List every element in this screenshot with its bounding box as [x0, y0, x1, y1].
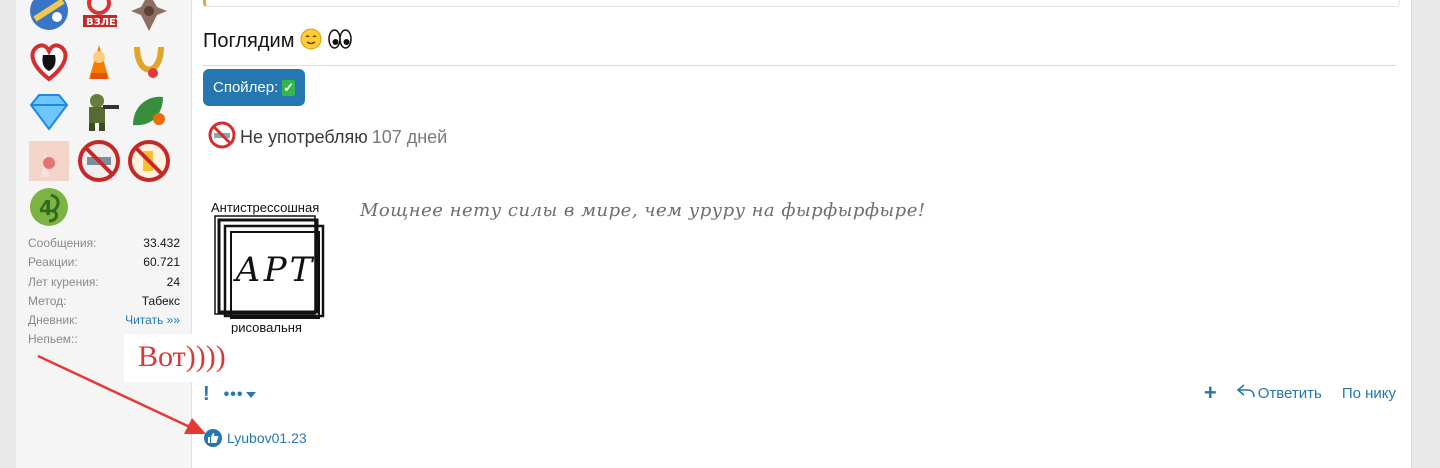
takeoff-trophy-icon[interactable]: ВЗЛЕТ — [76, 0, 122, 34]
reply-arrow-icon — [1236, 384, 1255, 402]
caret-down-icon — [246, 386, 257, 404]
abstinence-counter: Не употребляю 107 дней — [208, 121, 447, 154]
reaction-user-link[interactable]: Lyubov01.23 — [227, 430, 307, 446]
globe-trophy-icon[interactable] — [26, 0, 72, 34]
stat-messages: Сообщения: 33.432 — [28, 236, 180, 250]
horseshoe-trophy-icon[interactable] — [126, 38, 172, 84]
stat-method: Метод: Табекс — [28, 293, 180, 308]
hands-trophy-icon[interactable] — [26, 138, 72, 184]
report-button[interactable]: ! — [203, 383, 210, 406]
level-four-trophy-icon[interactable]: 4 — [26, 184, 72, 230]
stat-smoking-years: Лет курения: 24 — [28, 274, 180, 289]
stat-reactions: Реакции: 60.721 — [28, 255, 180, 270]
signature-art-logo: Антистрессошная АРТ рисовальня — [207, 198, 337, 338]
no-smoking-icon — [208, 121, 236, 154]
post-actions-left: ! ••• — [203, 383, 257, 406]
signature-quote: Мощнее нету силы в мире, чем урурy на фы… — [360, 200, 926, 221]
user-stats: Сообщения: 33.432 Реакции: 60.721 Лет ку… — [28, 234, 180, 350]
stat-diary: Дневник: Читать »» — [28, 311, 180, 330]
annotation-text: Вот)))) — [138, 340, 226, 373]
bird-trophy-icon[interactable] — [126, 0, 172, 34]
post-actions-right: + Ответить По нику — [1204, 382, 1396, 404]
multiquote-plus-button[interactable]: + — [1204, 382, 1217, 404]
soldier-trophy-icon[interactable] — [76, 88, 122, 134]
like-reaction-icon — [204, 429, 222, 447]
spoiler-button[interactable]: Спойлер: ✓ — [203, 69, 305, 106]
svg-text:ВЗЛЕТ: ВЗЛЕТ — [86, 17, 121, 28]
quote-block-end — [203, 0, 1400, 7]
no-drink-trophy-icon[interactable] — [126, 138, 172, 184]
diary-read-link[interactable]: Читать »» — [125, 311, 180, 330]
leaf-trophy-icon[interactable] — [126, 88, 172, 134]
heart-trophy-icon[interactable] — [26, 38, 72, 84]
by-nick-button[interactable]: По нику — [1342, 385, 1396, 402]
no-smoking-trophy-icon[interactable] — [76, 138, 122, 184]
smiling-face-emoji — [300, 28, 322, 56]
fox-trophy-icon[interactable] — [76, 38, 122, 84]
more-options-button[interactable]: ••• — [224, 386, 257, 404]
reply-button[interactable]: Ответить — [1236, 384, 1322, 402]
reactions-bar: Lyubov01.23 — [204, 429, 307, 447]
post-message: Поглядим — [203, 28, 352, 56]
content-divider — [203, 65, 1396, 66]
svg-text:4: 4 — [39, 196, 53, 220]
diamond-trophy-icon[interactable] — [26, 88, 72, 134]
check-mark-icon: ✓ — [282, 79, 295, 96]
eyes-emoji — [327, 28, 352, 56]
